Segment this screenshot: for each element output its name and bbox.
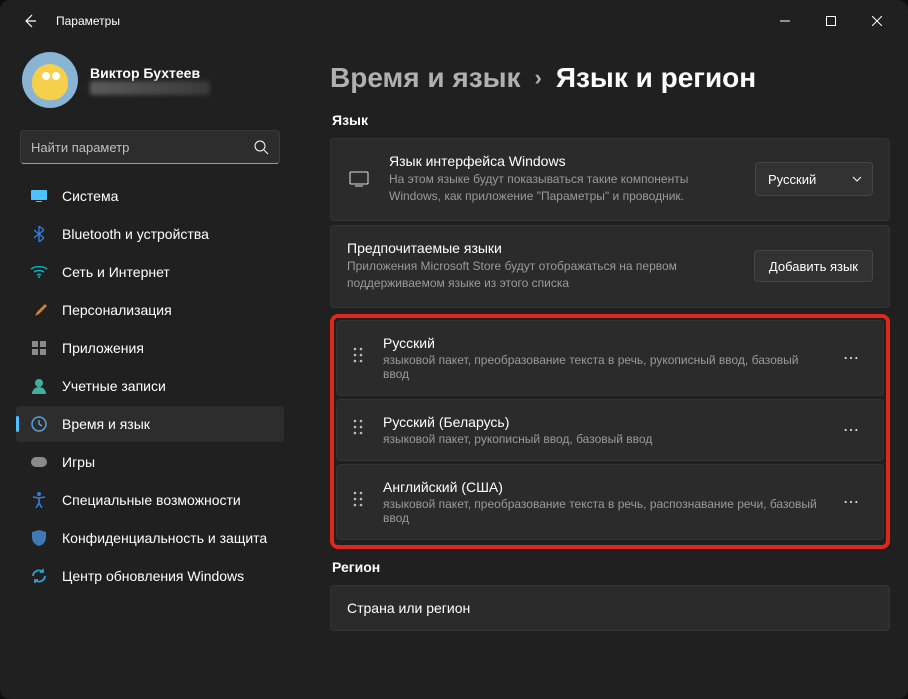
sidebar-item-label: Bluetooth и устройства [62, 226, 209, 242]
chevron-down-icon [852, 176, 862, 182]
titlebar: Параметры [0, 0, 908, 42]
language-subtitle: языковой пакет, преобразование текста в … [383, 353, 817, 381]
sidebar: Виктор Бухтеев Система Bluetooth и устрой… [0, 42, 300, 699]
display-icon [30, 187, 48, 205]
country-region-title: Страна или регион [347, 600, 873, 616]
sidebar-item-label: Конфиденциальность и защита [62, 530, 267, 546]
gamepad-icon [30, 453, 48, 471]
add-language-button[interactable]: Добавить язык [754, 250, 873, 282]
chevron-right-icon: › [535, 65, 542, 91]
display-language-card: Язык интерфейса Windows На этом языке бу… [330, 138, 890, 221]
language-subtitle: языковой пакет, рукописный ввод, базовый… [383, 432, 817, 446]
language-list-highlight: Русский языковой пакет, преобразование те… [330, 314, 890, 549]
sidebar-item-4[interactable]: Приложения [16, 330, 284, 366]
profile-email [90, 81, 210, 95]
window-controls [762, 5, 900, 37]
sidebar-item-label: Система [62, 188, 118, 204]
maximize-button[interactable] [808, 5, 854, 37]
preferred-subtitle: Приложения Microsoft Store будут отображ… [347, 258, 736, 293]
more-options-button[interactable]: ⋯ [837, 416, 867, 444]
sidebar-item-label: Сеть и Интернет [62, 264, 170, 280]
search-icon [253, 139, 269, 155]
add-language-label: Добавить язык [769, 259, 858, 274]
drag-handle-icon[interactable] [353, 347, 363, 368]
arrow-left-icon [22, 13, 38, 29]
settings-window: Параметры Виктор Бухтеев Система Bluetoot… [0, 0, 908, 699]
breadcrumb-parent[interactable]: Время и язык [330, 62, 521, 94]
preferred-languages-card: Предпочитаемые языки Приложения Microsof… [330, 225, 890, 308]
apps-icon [30, 339, 48, 357]
breadcrumb: Время и язык › Язык и регион [330, 62, 890, 94]
display-icon [347, 171, 371, 187]
language-subtitle: языковой пакет, преобразование текста в … [383, 497, 817, 525]
bluetooth-icon [30, 225, 48, 243]
sidebar-item-3[interactable]: Персонализация [16, 292, 284, 328]
minimize-icon [780, 16, 790, 26]
preferred-title: Предпочитаемые языки [347, 240, 736, 256]
display-language-value: Русский [768, 172, 816, 187]
brush-icon [30, 301, 48, 319]
shield-icon [30, 529, 48, 547]
sidebar-item-6[interactable]: Время и язык [16, 406, 284, 442]
language-row[interactable]: Русский языковой пакет, преобразование те… [336, 320, 884, 396]
search-box[interactable] [20, 130, 280, 164]
section-language-header: Язык [332, 112, 890, 128]
avatar [22, 52, 78, 108]
accessibility-icon [30, 491, 48, 509]
language-name: Русский [383, 335, 817, 351]
nav: Система Bluetooth и устройства Сеть и Инте… [10, 178, 290, 594]
display-language-select[interactable]: Русский [755, 162, 873, 196]
main-content: Время и язык › Язык и регион Язык Язык и… [300, 42, 908, 699]
display-language-subtitle: На этом языке будут показываться такие к… [389, 171, 737, 206]
sidebar-item-label: Учетные записи [62, 378, 166, 394]
sidebar-item-label: Приложения [62, 340, 144, 356]
close-icon [872, 16, 882, 26]
more-options-button[interactable]: ⋯ [837, 488, 867, 516]
sidebar-item-9[interactable]: Конфиденциальность и защита [16, 520, 284, 556]
sidebar-item-5[interactable]: Учетные записи [16, 368, 284, 404]
sidebar-item-label: Центр обновления Windows [62, 568, 244, 584]
close-button[interactable] [854, 5, 900, 37]
clock-globe-icon [30, 415, 48, 433]
minimize-button[interactable] [762, 5, 808, 37]
sidebar-item-label: Персонализация [62, 302, 172, 318]
profile-name: Виктор Бухтеев [90, 65, 210, 81]
sidebar-item-label: Специальные возможности [62, 492, 241, 508]
language-name: Русский (Беларусь) [383, 414, 817, 430]
breadcrumb-current: Язык и регион [556, 62, 756, 94]
update-icon [30, 567, 48, 585]
sidebar-item-8[interactable]: Специальные возможности [16, 482, 284, 518]
display-language-title: Язык интерфейса Windows [389, 153, 737, 169]
drag-handle-icon[interactable] [353, 419, 363, 440]
language-name: Английский (США) [383, 479, 817, 495]
sidebar-item-2[interactable]: Сеть и Интернет [16, 254, 284, 290]
sidebar-item-7[interactable]: Игры [16, 444, 284, 480]
language-row[interactable]: Английский (США) языковой пакет, преобраз… [336, 464, 884, 540]
more-options-button[interactable]: ⋯ [837, 344, 867, 372]
profile-section[interactable]: Виктор Бухтеев [10, 46, 290, 122]
search-input[interactable] [31, 140, 253, 155]
country-region-card[interactable]: Страна или регион [330, 585, 890, 631]
sidebar-item-0[interactable]: Система [16, 178, 284, 214]
sidebar-item-label: Время и язык [62, 416, 150, 432]
back-button[interactable] [14, 5, 46, 37]
wifi-icon [30, 263, 48, 281]
person-icon [30, 377, 48, 395]
drag-handle-icon[interactable] [353, 491, 363, 512]
sidebar-item-10[interactable]: Центр обновления Windows [16, 558, 284, 594]
sidebar-item-1[interactable]: Bluetooth и устройства [16, 216, 284, 252]
language-row[interactable]: Русский (Беларусь) языковой пакет, рукопи… [336, 399, 884, 461]
window-title: Параметры [56, 14, 120, 28]
maximize-icon [826, 16, 836, 26]
section-region-header: Регион [332, 559, 890, 575]
sidebar-item-label: Игры [62, 454, 95, 470]
